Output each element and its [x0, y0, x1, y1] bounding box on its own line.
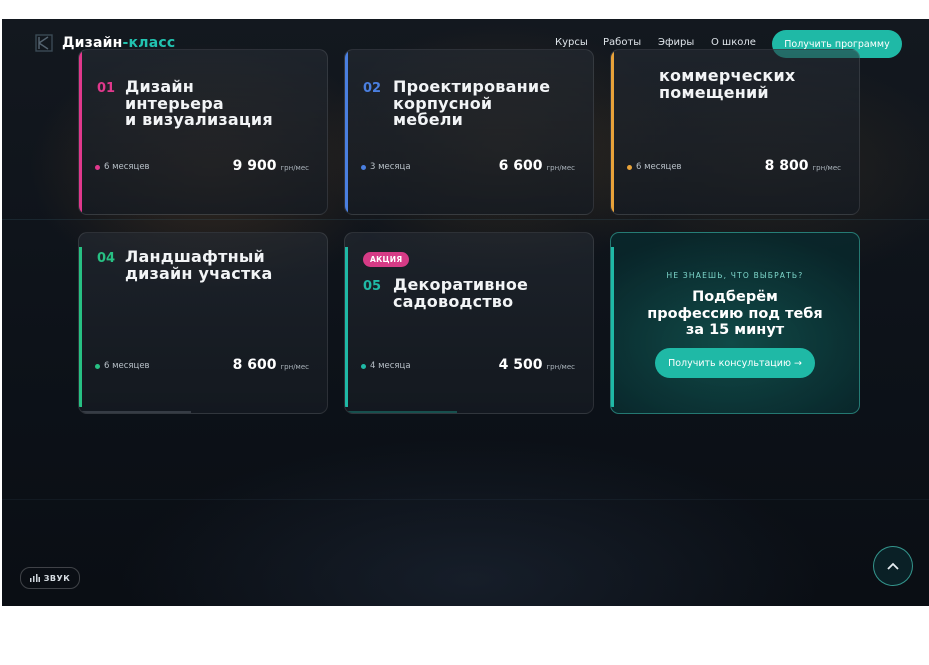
nav-about[interactable]: О школе: [711, 37, 756, 48]
chevron-up-icon: [887, 562, 899, 570]
course-price: 8 800 грн/мес: [764, 158, 841, 174]
card-progress-line: [79, 411, 191, 413]
card-accent-edge: [345, 50, 348, 214]
sound-toggle[interactable]: ЗВУК: [20, 567, 80, 589]
page-viewport: Дизайн-класс Курсы Работы Эфиры О школе …: [2, 19, 929, 606]
course-card-interior[interactable]: 01 Дизайн интерьера и визуализация 6 месяц…: [78, 49, 328, 215]
course-duration: 6 месяцев: [627, 162, 682, 172]
course-number: 01: [97, 81, 116, 96]
card-accent-edge: [345, 247, 348, 407]
course-title: Дизайн интерьера и визуализация: [125, 77, 273, 129]
nav-streams[interactable]: Эфиры: [658, 37, 694, 48]
promo-badge: АКЦИЯ: [363, 252, 410, 267]
card-progress-line: [345, 411, 457, 413]
consult-kicker: НЕ ЗНАЕШЬ, ЧТО ВЫБРАТЬ?: [666, 271, 804, 280]
course-duration: 6 месяцев: [95, 162, 150, 172]
course-card-landscape[interactable]: 04 Ландшафтный дизайн участка 6 месяцев 8…: [78, 232, 328, 414]
course-card-furniture[interactable]: 02 Проектирование корпусной мебели 3 месяц…: [344, 49, 594, 215]
course-duration: 6 месяцев: [95, 361, 150, 371]
course-title: коммерческих помещений: [659, 66, 796, 102]
course-duration: 4 месяца: [361, 361, 411, 371]
scroll-to-top-button[interactable]: [873, 546, 913, 586]
consultation-card: НЕ ЗНАЕШЬ, ЧТО ВЫБРАТЬ? Подберём професси…: [610, 232, 860, 414]
get-consultation-button[interactable]: Получить консультацию →: [655, 348, 815, 378]
background-decoration: [2, 499, 929, 500]
course-number: 04: [97, 251, 116, 266]
course-title: Ландшафтный дизайн участка: [125, 247, 273, 283]
sound-label: ЗВУК: [43, 573, 71, 583]
background-decoration: [2, 219, 929, 220]
course-title: Проектирование корпусной мебели: [393, 77, 551, 129]
course-price: 6 600 грн/мес: [498, 158, 575, 174]
course-title: Декоративное садоводство: [393, 275, 529, 311]
course-duration: 3 месяца: [361, 162, 411, 172]
card-accent-edge: [79, 247, 82, 407]
sound-bars-icon: [29, 574, 40, 582]
nav-courses[interactable]: Курсы: [555, 37, 588, 48]
course-number: 02: [363, 81, 382, 96]
course-price: 8 600 грн/мес: [232, 357, 309, 373]
logo-mark-icon: [35, 34, 53, 52]
course-price: 9 900 грн/мес: [232, 158, 309, 174]
course-card-commercial[interactable]: коммерческих помещений 6 месяцев 8 800 грн…: [610, 49, 860, 215]
card-accent-edge: [611, 50, 614, 214]
course-card-gardening[interactable]: АКЦИЯ 05 Декоративное садоводство 4 месяц…: [344, 232, 594, 414]
consult-heading: Подберём профессию под тебя за 15 минут: [647, 289, 823, 338]
course-number: 05: [363, 279, 382, 294]
card-accent-edge: [79, 50, 82, 214]
course-price: 4 500 грн/мес: [498, 357, 575, 373]
nav-works[interactable]: Работы: [603, 37, 641, 48]
